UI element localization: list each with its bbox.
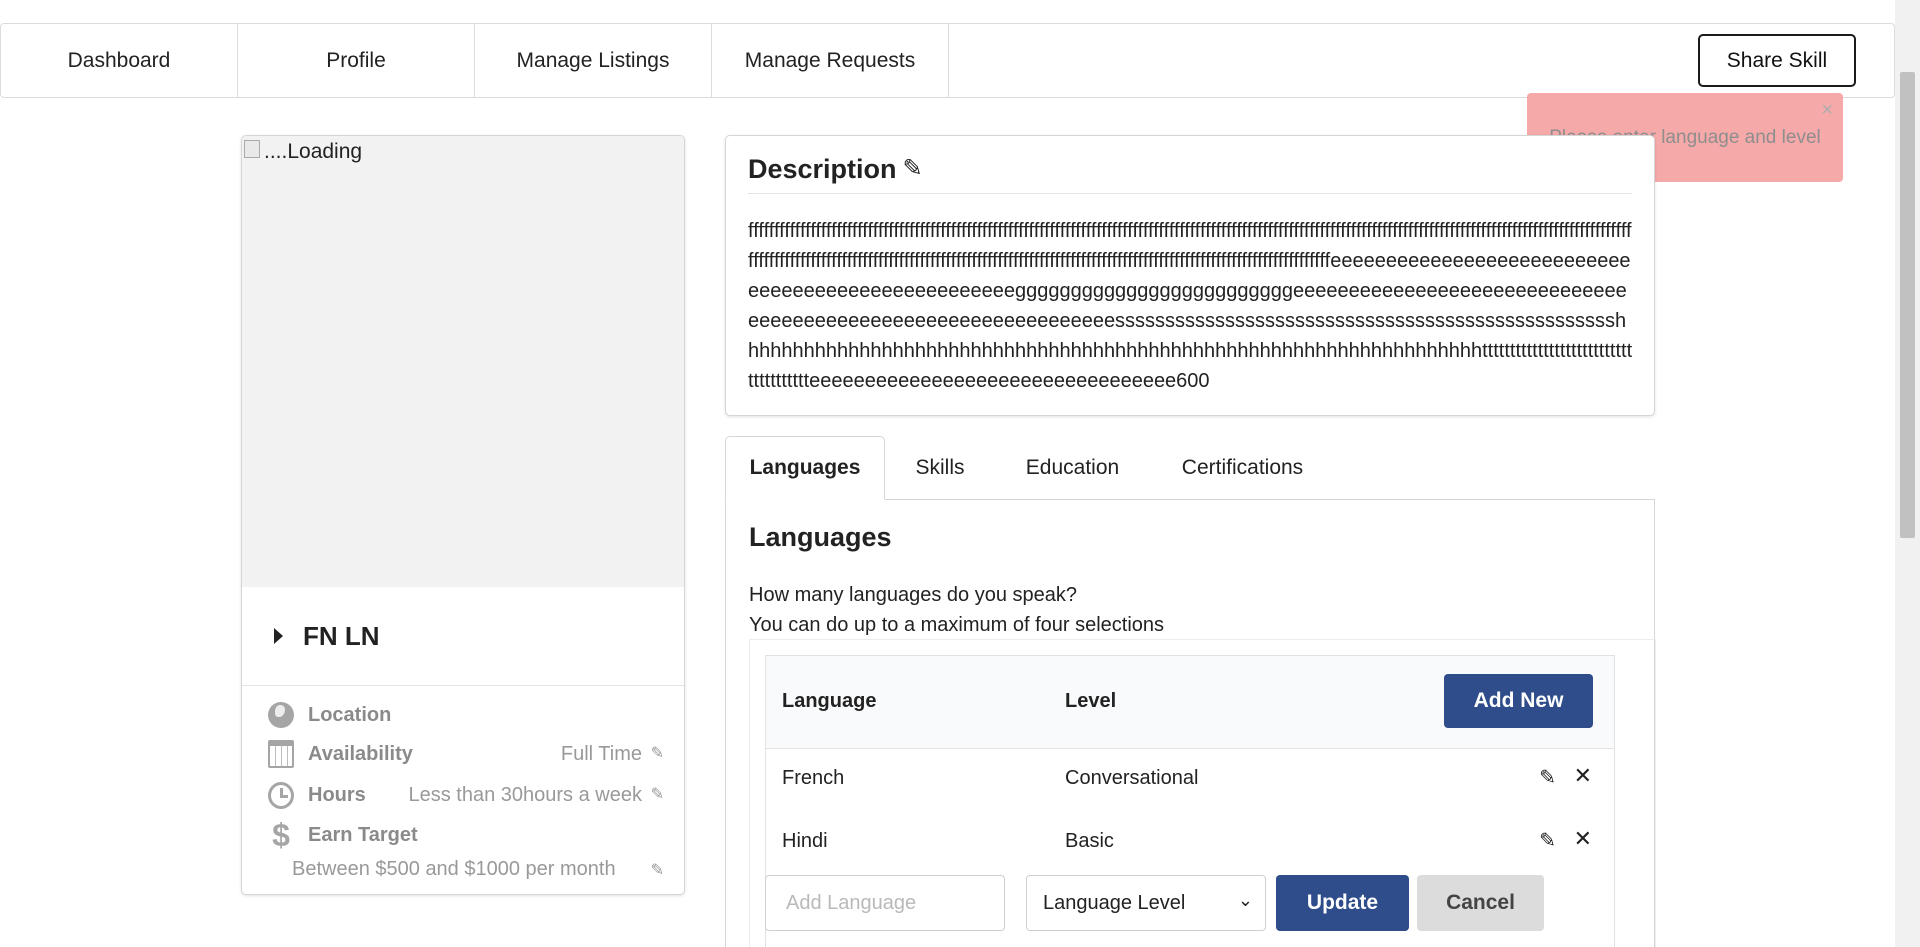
earn-value: Between $500 and $1000 per month	[292, 858, 616, 880]
languages-note: You can do up to a maximum of four selec…	[749, 614, 1165, 636]
availability-value: Full Time	[560, 742, 642, 765]
photo-alt-text: ....Loading	[264, 140, 363, 163]
share-skill-button[interactable]: Share Skill	[1698, 34, 1856, 87]
description-title: Description	[748, 154, 897, 184]
tab-languages[interactable]: Languages	[725, 436, 885, 500]
earn-pencil-icon[interactable]: ✎	[651, 860, 664, 880]
hours-label: Hours	[308, 783, 366, 806]
language-level-value: Language Level	[1043, 891, 1186, 914]
caret-right-icon[interactable]	[274, 628, 283, 644]
tab-certifications[interactable]: Certifications	[1150, 436, 1335, 500]
detail-earn-target: $ Earn Target	[268, 816, 664, 853]
languages-table-wrapper: Language Level Add New French Conversati…	[749, 639, 1656, 947]
close-icon[interactable]: ✕	[1574, 826, 1592, 852]
profile-name-row[interactable]: FN LN	[242, 587, 684, 686]
hours-pencil-icon[interactable]: ✎	[651, 784, 664, 804]
row-level: Conversational	[1065, 767, 1199, 789]
pencil-icon[interactable]: ✎	[1539, 828, 1556, 853]
detail-hours: Hours Less than 30hours a week ✎	[268, 781, 664, 809]
detail-availability: Availability Full Time ✎	[268, 740, 664, 768]
add-new-button[interactable]: Add New	[1444, 674, 1593, 728]
cancel-button[interactable]: Cancel	[1417, 875, 1544, 931]
update-button[interactable]: Update	[1276, 875, 1409, 931]
tab-education[interactable]: Education	[995, 436, 1150, 500]
calendar-icon	[268, 740, 294, 768]
language-level-select[interactable]: Language Level ⌄	[1026, 875, 1266, 931]
availability-label: Availability	[308, 742, 413, 765]
col-language: Language	[782, 690, 877, 712]
languages-question: How many languages do you speak?	[749, 584, 1077, 606]
nav-manage-requests[interactable]: Manage Requests	[712, 24, 949, 97]
hours-value: Less than 30hours a week	[408, 783, 643, 806]
description-card: Description ✎ ffffffffffffffffffffffffff…	[725, 135, 1655, 416]
languages-panel: Languages How many languages do you spea…	[725, 499, 1656, 947]
description-text: ffffffffffffffffffffffffffffffffffffffff…	[748, 220, 1633, 392]
page: Dashboard Profile Manage Listings Manage…	[0, 0, 1920, 947]
clock-icon	[268, 781, 294, 809]
broken-image-icon	[244, 140, 260, 158]
pencil-icon[interactable]: ✎	[1539, 765, 1556, 790]
profile-details: Location Availability Full Time ✎ Hours …	[242, 686, 684, 894]
close-icon[interactable]: ✕	[1574, 763, 1592, 789]
profile-tabs: Languages Skills Education Certification…	[725, 436, 1655, 500]
earn-label: Earn Target	[308, 823, 418, 846]
nav-dashboard[interactable]: Dashboard	[1, 24, 238, 97]
add-language-input[interactable]	[765, 875, 1005, 931]
chevron-down-icon: ⌄	[1237, 890, 1253, 910]
top-nav: Dashboard Profile Manage Listings Manage…	[0, 23, 1895, 98]
tab-skills[interactable]: Skills	[885, 436, 995, 500]
add-language-form: Language Level ⌄ Update Cancel	[765, 875, 1595, 931]
detail-location: Location	[268, 702, 664, 728]
languages-title: Languages	[749, 522, 892, 552]
profile-name: FN LN	[303, 620, 380, 651]
row-level: Basic	[1065, 830, 1114, 852]
table-header: Language Level Add New	[766, 656, 1614, 749]
languages-intro: How many languages do you speak? You can…	[749, 580, 1164, 640]
globe-icon	[268, 702, 294, 728]
profile-card: ....Loading FN LN Location Availability …	[241, 135, 685, 895]
availability-pencil-icon[interactable]: ✎	[651, 743, 664, 763]
toast-close-icon[interactable]: ×	[1821, 99, 1833, 122]
nav-profile[interactable]: Profile	[238, 24, 475, 97]
table-row: Hindi Basic ✎ ✕	[766, 812, 1614, 875]
row-language: Hindi	[782, 830, 828, 852]
profile-photo: ....Loading	[242, 136, 684, 587]
dollar-icon: $	[272, 816, 290, 853]
description-pencil-icon[interactable]: ✎	[903, 154, 923, 183]
description-header: Description ✎	[748, 154, 1632, 194]
scrollbar-thumb[interactable]	[1900, 72, 1915, 538]
table-row: French Conversational ✎ ✕	[766, 749, 1614, 812]
page-scrollbar[interactable]	[1895, 0, 1920, 947]
row-language: French	[782, 767, 845, 789]
location-label: Location	[308, 703, 392, 726]
col-level: Level	[1065, 690, 1117, 712]
nav-manage-listings[interactable]: Manage Listings	[475, 24, 712, 97]
